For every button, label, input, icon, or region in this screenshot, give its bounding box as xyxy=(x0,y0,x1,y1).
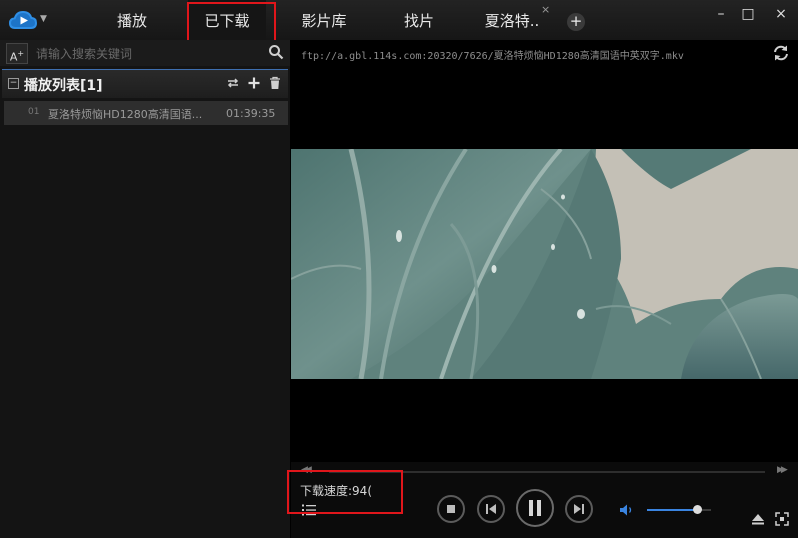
playlist-header[interactable]: − 播放列表[1] xyxy=(2,69,288,98)
cloud-play-logo-icon[interactable] xyxy=(8,9,38,31)
list-item-title: 夏洛特烦恼HD1280高清国语... xyxy=(48,108,203,121)
seek-back-icon[interactable]: ◀◀ xyxy=(301,465,312,475)
previous-icon xyxy=(486,504,496,514)
fullscreen-icon[interactable] xyxy=(775,512,789,526)
trash-icon[interactable] xyxy=(268,76,282,90)
search-input[interactable] xyxy=(34,43,258,65)
volume-slider[interactable] xyxy=(647,505,711,514)
list-item[interactable]: 01 夏洛特烦恼HD1280高清国语... 01:39:35 xyxy=(4,101,288,125)
volume-icon[interactable] xyxy=(619,503,635,517)
refresh-icon[interactable] xyxy=(771,44,791,62)
download-speed-label: 下载速度:94( xyxy=(300,484,372,498)
minimize-button[interactable]: – xyxy=(711,6,731,22)
search-row: A+ xyxy=(0,40,290,66)
tab-find[interactable]: 找片 xyxy=(393,0,445,40)
add-tab-button[interactable]: + xyxy=(567,13,585,31)
volume-slider-handle[interactable] xyxy=(692,505,702,514)
control-bar: ◀◀ ▶▶ 下载速度:94( xyxy=(291,462,798,538)
video-frame xyxy=(291,149,798,379)
close-button[interactable]: × xyxy=(771,6,791,22)
add-icon[interactable] xyxy=(247,76,261,90)
font-size-button[interactable]: A+ xyxy=(6,43,28,64)
list-icon[interactable] xyxy=(302,503,316,517)
maximize-button[interactable]: □ xyxy=(738,6,758,22)
stop-button[interactable] xyxy=(437,495,465,523)
list-item-index: 01 xyxy=(28,107,40,117)
previous-button[interactable] xyxy=(477,495,505,523)
collapse-icon[interactable]: − xyxy=(8,78,19,89)
volume-slider-fill xyxy=(647,509,697,511)
font-button-plus: + xyxy=(17,49,25,58)
pause-icon xyxy=(529,500,541,516)
list-item-duration: 01:39:35 xyxy=(226,107,276,120)
next-icon xyxy=(574,504,584,514)
next-button[interactable] xyxy=(565,495,593,523)
tab-close-icon[interactable]: × xyxy=(541,4,550,16)
seek-forward-icon[interactable]: ▶▶ xyxy=(777,465,788,475)
tab-current-movie[interactable]: 夏洛特.. xyxy=(478,0,546,40)
logo-menu-caret-icon[interactable]: ▼ xyxy=(40,14,47,24)
tab-library[interactable]: 影片库 xyxy=(292,0,356,40)
playlist-title: 播放列表[1] xyxy=(24,78,103,94)
search-icon[interactable] xyxy=(268,44,284,60)
seek-bar[interactable] xyxy=(329,471,765,473)
loop-icon[interactable] xyxy=(226,76,240,90)
eject-icon[interactable] xyxy=(751,512,765,526)
stop-icon xyxy=(447,505,455,513)
title-bar: ▼ 播放 已下载 影片库 找片 夏洛特.. × + – □ × xyxy=(0,0,798,40)
tab-play[interactable]: 播放 xyxy=(104,0,160,40)
pause-button[interactable] xyxy=(516,489,554,527)
playlist-sidebar: A+ − 播放列表[1] 01 夏洛特烦恼HD1280高清国语... 01:39… xyxy=(0,40,290,538)
video-url: ftp://a.gbl.114s.com:20320/7626/夏洛特烦恼HD1… xyxy=(301,51,684,62)
tab-downloaded[interactable]: 已下载 xyxy=(188,0,266,40)
